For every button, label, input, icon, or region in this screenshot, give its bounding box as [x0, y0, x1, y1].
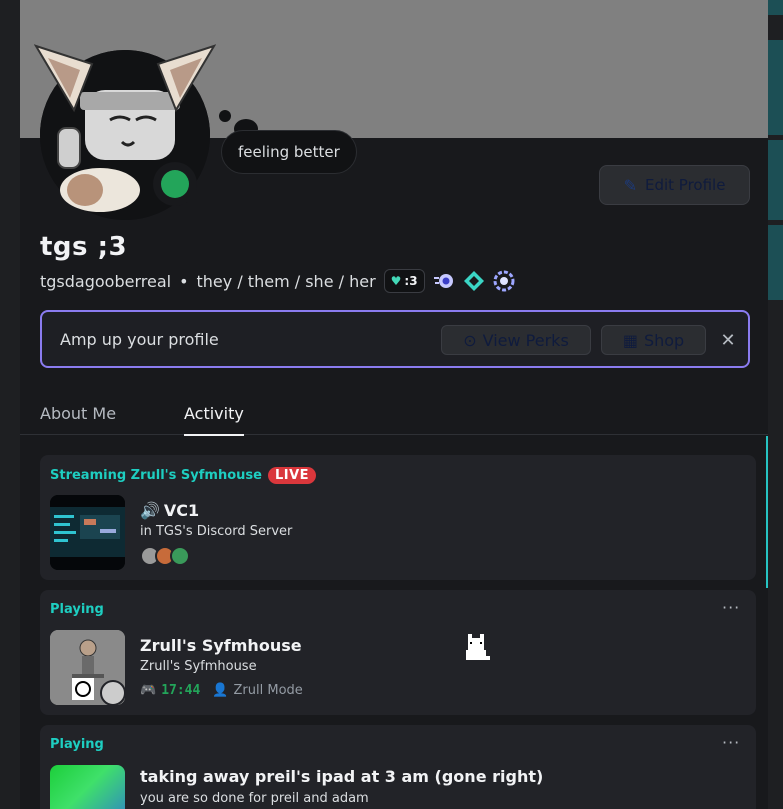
avatar[interactable] [34, 44, 216, 220]
shop-icon: ▦ [622, 330, 638, 350]
edit-profile-label: Edit Profile [644, 176, 726, 194]
quest-badge-icon[interactable] [493, 270, 515, 292]
activity-heading: Streaming Zrull's Syfmhouse LIVE [50, 467, 317, 484]
right-ear-icon [156, 44, 216, 113]
elapsed-timer: 🎮 17:44 [140, 683, 200, 698]
status-bubble-dot-small [219, 110, 231, 122]
display-name: tgs ;3 [40, 232, 128, 262]
tab-about-me[interactable]: About Me [40, 404, 116, 423]
activity-heading-text: Streaming Zrull's Syfmhouse [50, 468, 262, 483]
separator-dot: • [179, 271, 189, 291]
game-subtitle: you are so done for preil and adam [140, 791, 369, 806]
elapsed-time: 17:44 [161, 683, 201, 698]
edit-profile-button[interactable]: ✎ Edit Profile [599, 165, 750, 205]
shop-label: Shop [643, 330, 685, 350]
username[interactable]: tgsdagooberreal [40, 272, 171, 291]
background-app-left-edge [0, 0, 20, 809]
voice-channel-name: VC1 [163, 501, 200, 520]
more-icon[interactable]: ··· [722, 598, 740, 617]
activity-heading: Playing [50, 602, 104, 617]
stream-preview-thumbnail[interactable] [50, 495, 125, 570]
amp-profile-text: Amp up your profile [60, 330, 219, 349]
game-thumbnail[interactable] [50, 630, 125, 705]
pixel-cat-icon [466, 634, 490, 660]
close-icon[interactable]: ✕ [716, 328, 740, 352]
background-app-strip [768, 0, 783, 809]
pencil-icon: ✎ [623, 175, 637, 195]
scrollbar-thumb[interactable] [766, 436, 768, 588]
participant-avatar[interactable] [170, 546, 190, 566]
speaker-icon: 🔊 [140, 501, 160, 520]
server-name: in TGS's Discord Server [140, 524, 293, 539]
view-perks-label: View Perks [482, 330, 569, 350]
person-icon: 👤 [212, 683, 229, 698]
game-subtitle: Zrull's Syfmhouse [140, 659, 257, 674]
live-badge: LIVE [267, 467, 317, 484]
voice-participants[interactable] [140, 546, 190, 566]
server-tag-text: :3 [404, 274, 418, 288]
game-mode-text: Zrull Mode [233, 683, 303, 698]
custom-status-bubble[interactable]: feeling better [221, 130, 357, 174]
game-title: taking away preil's ipad at 3 am (gone r… [140, 767, 544, 786]
more-icon[interactable]: ··· [722, 733, 740, 752]
nitro-badge-icon[interactable] [433, 270, 455, 292]
activity-card-playing[interactable]: Playing ··· Zrull's Syfmhouse Zrull's Sy… [40, 590, 756, 715]
activity-card-streaming[interactable]: Streaming Zrull's Syfmhouse LIVE 🔊 VC1 i… [40, 455, 756, 580]
game-title: Zrull's Syfmhouse [140, 636, 302, 655]
activity-card-playing[interactable]: Playing ··· taking away preil's ipad at … [40, 725, 756, 809]
amp-profile-banner: Amp up your profile ⊙ View Perks ▦ Shop … [40, 310, 750, 368]
profile-modal: feeling better ✎ Edit Profile tgs ;3 tgs… [20, 0, 768, 809]
server-tag-badge[interactable]: ♥ :3 [383, 269, 425, 293]
gamepad-icon: 🎮 [140, 683, 157, 698]
voice-channel-title: 🔊 VC1 [140, 501, 199, 520]
custom-status-text: feeling better [238, 143, 340, 161]
pronouns: they / them / she / her [196, 271, 376, 291]
shop-button[interactable]: ▦ Shop [601, 325, 706, 355]
online-status-indicator [153, 162, 197, 206]
heart-icon: ♥ [390, 274, 402, 288]
activity-heading: Playing [50, 737, 104, 752]
view-perks-button[interactable]: ⊙ View Perks [441, 325, 591, 355]
game-thumbnail[interactable] [50, 765, 125, 809]
profile-tabs: About Me Activity [20, 396, 768, 436]
game-mode: 👤 Zrull Mode [212, 683, 302, 698]
boost-badge-icon[interactable] [463, 270, 485, 292]
activity-meta: 🎮 17:44 👤 Zrull Mode [140, 683, 303, 698]
tab-activity[interactable]: Activity [184, 404, 244, 436]
identity-row: tgsdagooberreal • they / them / she / he… [40, 268, 515, 294]
nitro-icon: ⊙ [463, 330, 477, 350]
left-ear-icon [34, 44, 94, 113]
